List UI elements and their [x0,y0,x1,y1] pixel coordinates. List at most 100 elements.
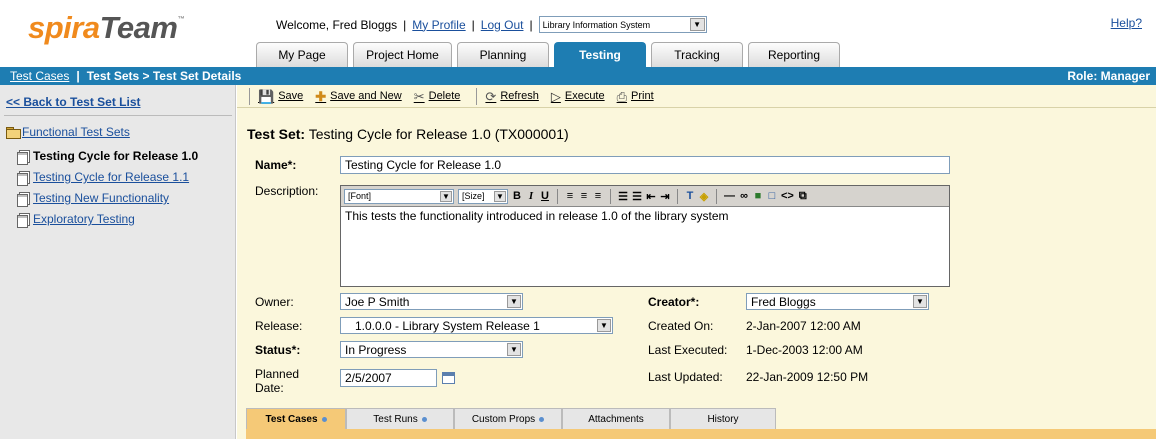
tree-item-label[interactable]: Testing New Functionality [33,191,169,205]
tab-planning[interactable]: Planning [457,42,549,67]
logo-trademark: ™ [177,16,184,23]
tab-tracking[interactable]: Tracking [651,42,743,67]
outdent-icon[interactable]: ⇤ [646,190,656,203]
size-select[interactable]: [Size] ▼ [458,188,508,204]
my-profile-link[interactable]: My Profile [412,18,465,32]
print-button[interactable]: ⎙ Print [617,90,654,103]
tree-item-testing-cycle-1-1[interactable]: Testing Cycle for Release 1.1 [17,170,189,186]
release-select-value: 1.0.0.0 - Library System Release 1 [355,318,540,333]
align-right-icon[interactable]: ≡ [593,190,603,202]
divider [4,115,232,116]
has-data-dot-icon [321,416,327,422]
page-title-value: Testing Cycle for Release 1.0 (TX000001) [308,126,569,142]
tab-custom-props[interactable]: Custom Props [454,408,562,429]
folder-open-icon [6,127,21,139]
breadcrumb-bar: Test Cases | Test Sets > Test Set Detail… [0,67,1156,85]
header: spiraTeam™ Welcome, Fred Bloggs | My Pro… [0,0,1156,67]
horizontal-rule-icon[interactable]: — [724,190,735,202]
user-bar: Welcome, Fred Bloggs | My Profile | Log … [276,16,707,33]
log-out-link[interactable]: Log Out [481,18,524,32]
save-and-new-label: Save and New [330,90,402,102]
editor-separator [716,188,717,204]
tab-label: Test Cases [265,413,318,425]
help-link[interactable]: Help? [1111,16,1142,30]
description-editor: [Font] ▼ [Size] ▼ B I U ≡ ≡ ≡ ☰ ☰ ⇤ ⇥ T … [340,185,950,287]
tab-reporting[interactable]: Reporting [748,42,840,67]
creator-select[interactable]: Fred Bloggs ▼ [746,293,929,310]
table-icon[interactable]: □ [767,190,777,202]
breadcrumb: Test Sets > Test Set Details [86,69,242,83]
chevron-down-icon: ▼ [507,343,521,356]
name-field[interactable]: Testing Cycle for Release 1.0 [340,156,950,174]
release-select[interactable]: 1.0.0.0 - Library System Release 1 ▼ [340,317,613,334]
italic-icon[interactable]: I [526,190,536,202]
fullscreen-icon[interactable]: ⧉ [798,190,808,203]
text-color-icon[interactable]: T [685,190,695,202]
align-center-icon[interactable]: ≡ [579,190,589,202]
tree-item-exploratory-testing[interactable]: Exploratory Testing [17,212,135,228]
print-label: Print [631,90,654,102]
project-select-value: Library Information System [542,19,651,30]
owner-select[interactable]: Joe P Smith ▼ [340,293,523,310]
floppy-disk-icon: 💾 [258,88,275,104]
toolbar: 💾 Save ✚ Save and New ✂ Delete ⟳ Refresh… [237,85,1156,108]
planned-date-field[interactable]: 2/5/2007 [340,369,437,387]
last-updated-label: Last Updated: [648,370,723,384]
separator: | [471,17,475,32]
image-icon[interactable]: ■ [753,190,763,202]
calendar-icon[interactable] [442,372,455,384]
tree-folder[interactable]: Functional Test Sets [6,125,130,139]
chevron-down-icon: ▼ [507,295,521,308]
description-label: Description: [255,184,319,198]
tab-attachments[interactable]: Attachments [562,408,670,429]
bulleted-list-icon[interactable]: ☰ [632,190,642,203]
execute-button[interactable]: ▷ Execute [551,90,605,103]
save-and-new-button[interactable]: ✚ Save and New [315,90,401,103]
status-select[interactable]: In Progress ▼ [340,341,523,358]
editor-separator [557,188,558,204]
created-on-label: Created On: [648,319,714,333]
spirateam-logo[interactable]: spiraTeam™ [28,10,184,46]
tree-item-label[interactable]: Exploratory Testing [33,212,135,226]
refresh-button[interactable]: ⟳ Refresh [485,90,538,103]
tab-history[interactable]: History [670,408,776,429]
owner-select-value: Joe P Smith [345,294,410,309]
tab-my-page[interactable]: My Page [256,42,348,67]
delete-button[interactable]: ✂ Delete [414,90,461,103]
chevron-down-icon: ▼ [597,319,611,332]
test-set-icon [17,170,30,186]
logo-text-team: Team [99,10,178,45]
font-select[interactable]: [Font] ▼ [344,188,454,204]
delete-label: Delete [428,90,461,102]
tree-item-label[interactable]: Testing Cycle for Release 1.1 [33,170,189,184]
highlight-color-icon[interactable]: ◈ [699,190,709,203]
underline-icon[interactable]: U [540,190,550,202]
indent-icon[interactable]: ⇥ [660,190,670,203]
tab-test-runs[interactable]: Test Runs [346,408,454,429]
tab-project-home[interactable]: Project Home [353,42,452,67]
tree-item-testing-cycle-1-0[interactable]: Testing Cycle for Release 1.0 [17,149,198,165]
tab-test-cases[interactable]: Test Cases [246,408,346,429]
description-text[interactable]: This tests the functionality introduced … [341,207,949,225]
name-label: Name*: [255,158,297,172]
tree-item-testing-new-functionality[interactable]: Testing New Functionality [17,191,169,207]
folder-link[interactable]: Functional Test Sets [22,125,130,139]
separator: | [76,69,80,83]
save-button[interactable]: 💾 Save [258,90,303,103]
link-icon[interactable]: ∞ [739,190,749,202]
owner-label: Owner: [255,295,294,309]
tab-testing[interactable]: Testing [554,42,646,67]
bold-icon[interactable]: B [512,190,522,202]
test-set-sidebar: << Back to Test Set List Functional Test… [0,85,236,439]
project-select[interactable]: Library Information System ▼ [538,16,707,33]
printer-icon: ⎙ [616,88,628,104]
align-left-icon[interactable]: ≡ [565,190,575,202]
source-code-icon[interactable]: <> [781,190,794,202]
test-set-icon [17,149,30,165]
back-to-list-link[interactable]: << Back to Test Set List [6,95,141,109]
plus-icon: ✚ [315,88,327,104]
has-data-dot-icon [539,416,545,422]
last-executed-label: Last Executed: [648,343,728,357]
numbered-list-icon[interactable]: ☰ [618,190,628,203]
test-cases-link[interactable]: Test Cases [10,69,69,83]
